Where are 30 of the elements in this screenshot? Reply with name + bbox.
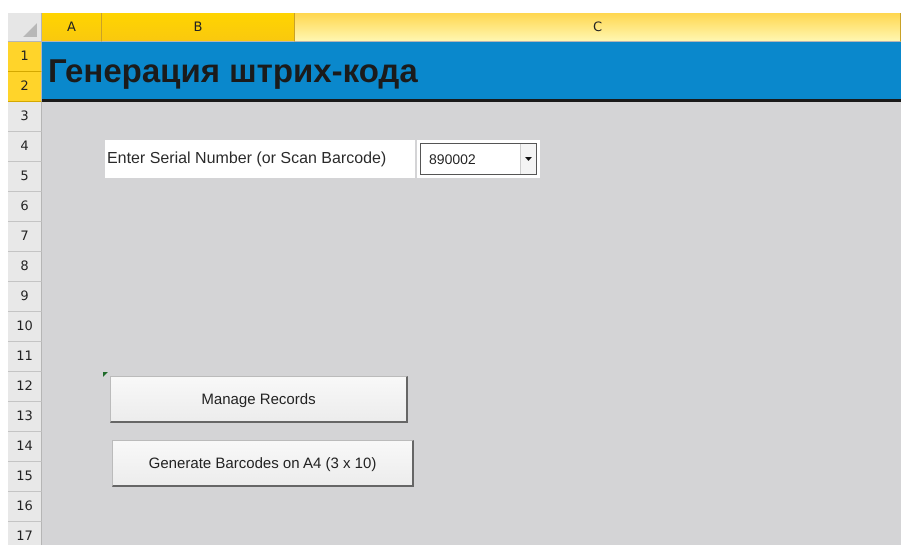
serial-number-label: Enter Serial Number (or Scan Barcode)	[105, 140, 415, 178]
corner-triangle-icon	[23, 23, 37, 37]
row-header[interactable]: 16	[8, 492, 42, 522]
row-header[interactable]: 11	[8, 342, 42, 372]
row-header[interactable]: 8	[8, 252, 42, 282]
row-header[interactable]: 10	[8, 312, 42, 342]
action-button[interactable]: Generate Barcodes on A4 (3 x 10)	[112, 440, 414, 487]
row-header[interactable]: 3	[8, 102, 42, 132]
serial-number-combobox[interactable]: 890002	[417, 140, 540, 178]
row-header[interactable]: 6	[8, 192, 42, 222]
row-header[interactable]: 4	[8, 132, 42, 162]
dropdown-button[interactable]	[520, 144, 536, 174]
column-header[interactable]: A	[42, 13, 102, 42]
cell-marker-icon	[103, 372, 108, 377]
serial-number-value: 890002	[428, 151, 477, 167]
row-header[interactable]: 2	[8, 72, 42, 102]
row-header[interactable]: 13	[8, 402, 42, 432]
row-header[interactable]: 7	[8, 222, 42, 252]
column-header[interactable]: B	[102, 13, 295, 42]
caret-icon	[525, 157, 532, 161]
row-header[interactable]: 15	[8, 462, 42, 492]
column-header[interactable]: C	[295, 13, 901, 42]
sheet-title: Генерация штрих-кода	[48, 52, 418, 90]
row-header[interactable]: 12	[8, 372, 42, 402]
row-header[interactable]: 1	[8, 42, 42, 72]
action-button[interactable]: Manage Records	[110, 376, 408, 423]
row-header[interactable]: 5	[8, 162, 42, 192]
row-header[interactable]: 14	[8, 432, 42, 462]
row-header[interactable]: 9	[8, 282, 42, 312]
row-header[interactable]: 17	[8, 522, 42, 545]
